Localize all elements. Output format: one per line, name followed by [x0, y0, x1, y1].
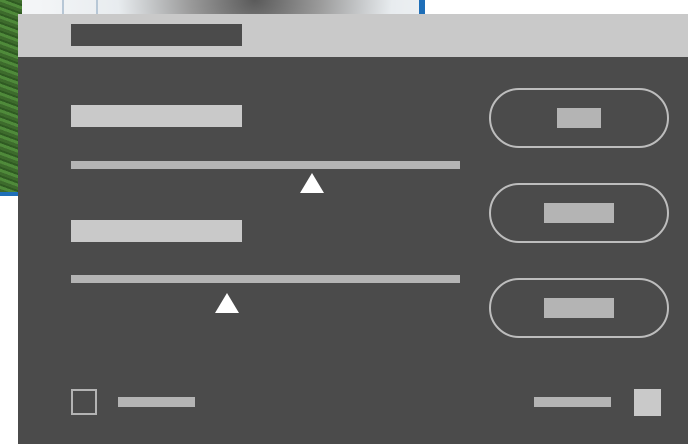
slider-2-label — [71, 220, 242, 242]
dialog-button-3[interactable] — [489, 278, 669, 338]
dialog-button-2[interactable] — [489, 183, 669, 243]
dialog-button-1-label — [557, 108, 601, 128]
dialog-button-3-label — [544, 298, 614, 318]
settings-dialog — [18, 14, 688, 444]
slider-1-label — [71, 105, 242, 127]
dialog-button-2-label — [544, 203, 614, 223]
background-line — [96, 0, 98, 14]
footer-right-label — [534, 397, 611, 407]
background-line — [62, 0, 64, 14]
footer-right-toggle[interactable] — [634, 389, 661, 416]
dialog-title — [71, 24, 242, 46]
option-checkbox-label — [118, 397, 195, 407]
dialog-button-1[interactable] — [489, 88, 669, 148]
slider-2-thumb[interactable] — [214, 293, 239, 313]
option-checkbox[interactable] — [71, 389, 97, 415]
slider-2-track[interactable] — [71, 275, 460, 283]
dialog-titlebar[interactable] — [18, 14, 688, 57]
slider-1-thumb[interactable] — [300, 173, 325, 193]
slider-1-track[interactable] — [71, 161, 460, 169]
background-frame-edge-right — [419, 0, 425, 14]
